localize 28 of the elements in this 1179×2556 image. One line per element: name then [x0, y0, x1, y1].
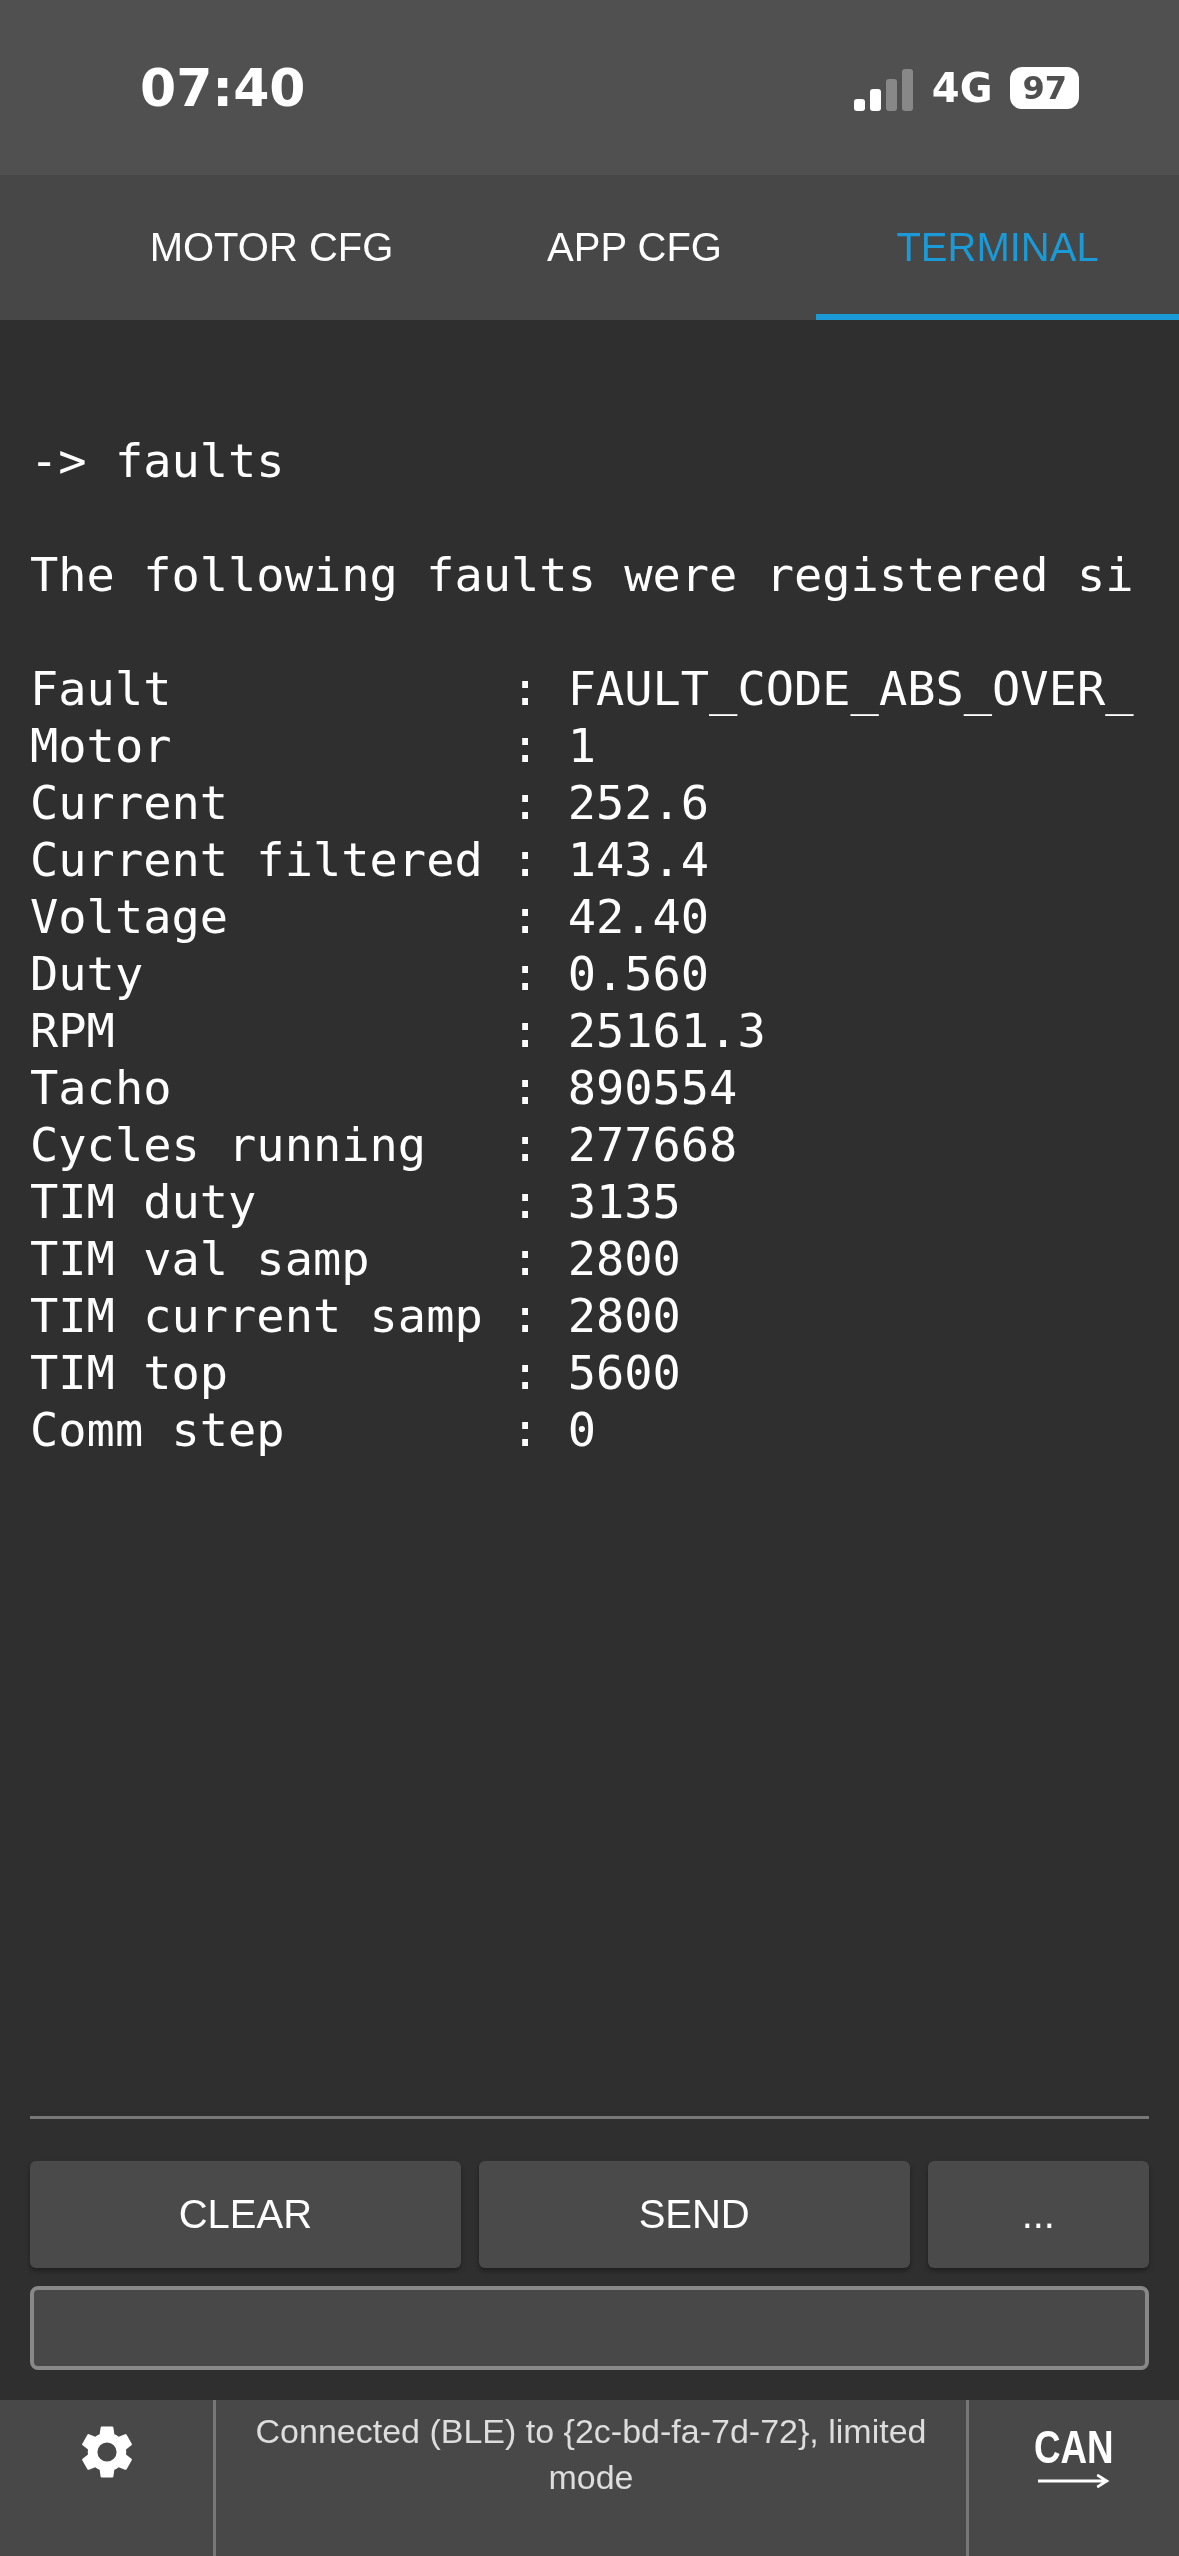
- terminal-button[interactable]: ...: [927, 2161, 1149, 2268]
- terminal-line: TIM current samp : 2800: [30, 1287, 681, 1344]
- arrow-icon: [1038, 2474, 1110, 2488]
- terminal-line: RPM : 25161.3: [30, 1002, 766, 1059]
- terminal-line: Duty : 0.560: [30, 945, 710, 1002]
- network-label: 4G: [931, 64, 993, 111]
- command-input[interactable]: [30, 2286, 1149, 2370]
- battery-level: 97: [1010, 66, 1079, 109]
- terminal-line: TIM val samp : 2800: [30, 1230, 681, 1287]
- tab[interactable]: APP CFG: [453, 175, 816, 320]
- terminal-button[interactable]: SEND: [478, 2161, 910, 2268]
- terminal-line: Cycles running : 277668: [30, 1116, 738, 1173]
- terminal-button[interactable]: CLEAR: [30, 2161, 461, 2268]
- terminal-line: The following faults were registered si: [30, 546, 1134, 603]
- terminal-line: Fault : FAULT_CODE_ABS_OVER_: [30, 660, 1134, 717]
- terminal-line: Current : 252.6: [30, 774, 710, 831]
- terminal-line: TIM duty : 3135: [30, 1173, 681, 1230]
- connection-status: Connected (BLE) to {2c-bd-fa-7d-72}, limited mode: [254, 2411, 928, 2498]
- terminal-line: TIM top : 5600: [30, 1344, 681, 1401]
- terminal-line: Motor : 1: [30, 717, 596, 774]
- terminal-line: -> faults: [30, 432, 285, 489]
- tab[interactable]: MOTOR CFG: [90, 175, 453, 320]
- terminal-line: Tacho : 890554: [30, 1059, 738, 1116]
- terminal-line: Voltage : 42.40: [30, 888, 710, 945]
- can-button[interactable]: CAN: [1034, 2420, 1114, 2556]
- terminal-line: Comm step : 0: [30, 1401, 596, 1458]
- status-time: 07:40: [140, 57, 306, 118]
- terminal-line: Current filtered : 143.4: [30, 831, 710, 888]
